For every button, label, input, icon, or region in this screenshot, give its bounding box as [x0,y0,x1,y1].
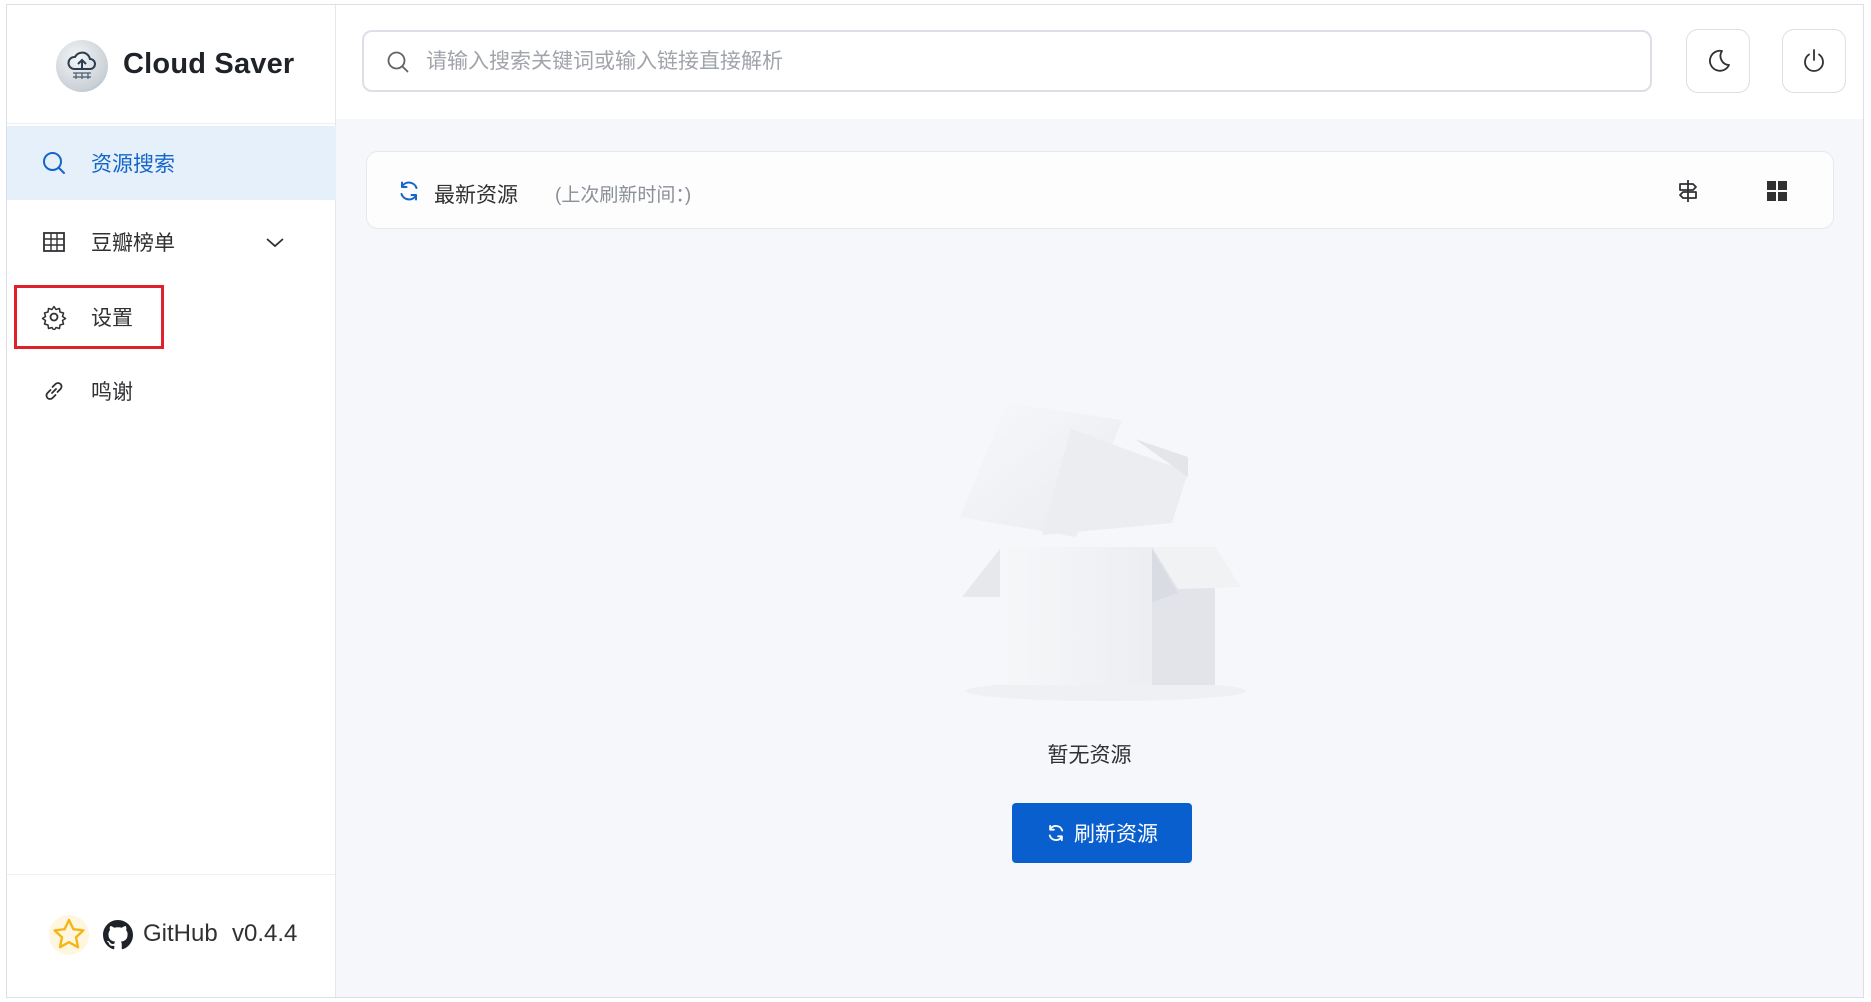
refresh-resources-button[interactable]: 刷新资源 [1012,803,1192,863]
signpost-icon[interactable] [1674,177,1702,205]
logout-button[interactable] [1782,29,1846,93]
main-content: 最新资源 (上次刷新时间：) 暂无资源 刷新资源 [336,119,1863,997]
empty-box-illustration [956,387,1256,707]
search-icon [386,50,410,74]
highlight-box [14,285,164,349]
link-icon [41,378,67,404]
empty-state-text: 暂无资源 [1047,744,1132,767]
header [336,5,1863,120]
refresh-icon[interactable] [397,179,421,203]
github-icon[interactable] [103,920,133,950]
power-icon [1800,47,1828,75]
star-icon[interactable] [47,913,91,957]
github-link[interactable]: GitHub [143,920,218,948]
chevron-down-icon[interactable] [263,230,287,254]
app-window: Cloud Saver 资源搜索 豆瓣榜单 设置 鸣谢 GitHub v0.4.… [6,4,1864,998]
theme-toggle-button[interactable] [1686,29,1750,93]
logo-row: Cloud Saver [7,5,335,124]
refresh-icon [1046,823,1066,843]
search-input[interactable] [424,40,1628,84]
moon-icon [1704,47,1732,75]
grid-table-icon [41,229,67,255]
sidebar-item-acknowledgements[interactable]: 鸣谢 [7,354,336,428]
sidebar-item-label: 豆瓣榜单 [91,232,175,255]
app-title: Cloud Saver [123,48,295,80]
sidebar-item-label: 鸣谢 [91,381,133,404]
sidebar-item-douban-charts[interactable]: 豆瓣榜单 [7,205,336,279]
sidebar: Cloud Saver 资源搜索 豆瓣榜单 设置 鸣谢 GitHub v0.4.… [7,5,336,997]
latest-resources-bar: 最新资源 (上次刷新时间：) [366,151,1834,229]
sidebar-item-label: 资源搜索 [91,153,175,176]
grid-view-icon[interactable] [1765,179,1789,203]
sidebar-footer: GitHub v0.4.4 [7,874,335,997]
last-refresh-time: (上次刷新时间：) [555,185,692,206]
version-label: v0.4.4 [232,920,298,947]
search-icon [41,150,67,176]
latest-resources-title: 最新资源 [434,184,518,207]
refresh-button-label: 刷新资源 [1074,823,1158,846]
search-bar[interactable] [362,30,1652,92]
cloud-upload-icon [56,40,108,92]
sidebar-item-resource-search[interactable]: 资源搜索 [7,126,336,200]
